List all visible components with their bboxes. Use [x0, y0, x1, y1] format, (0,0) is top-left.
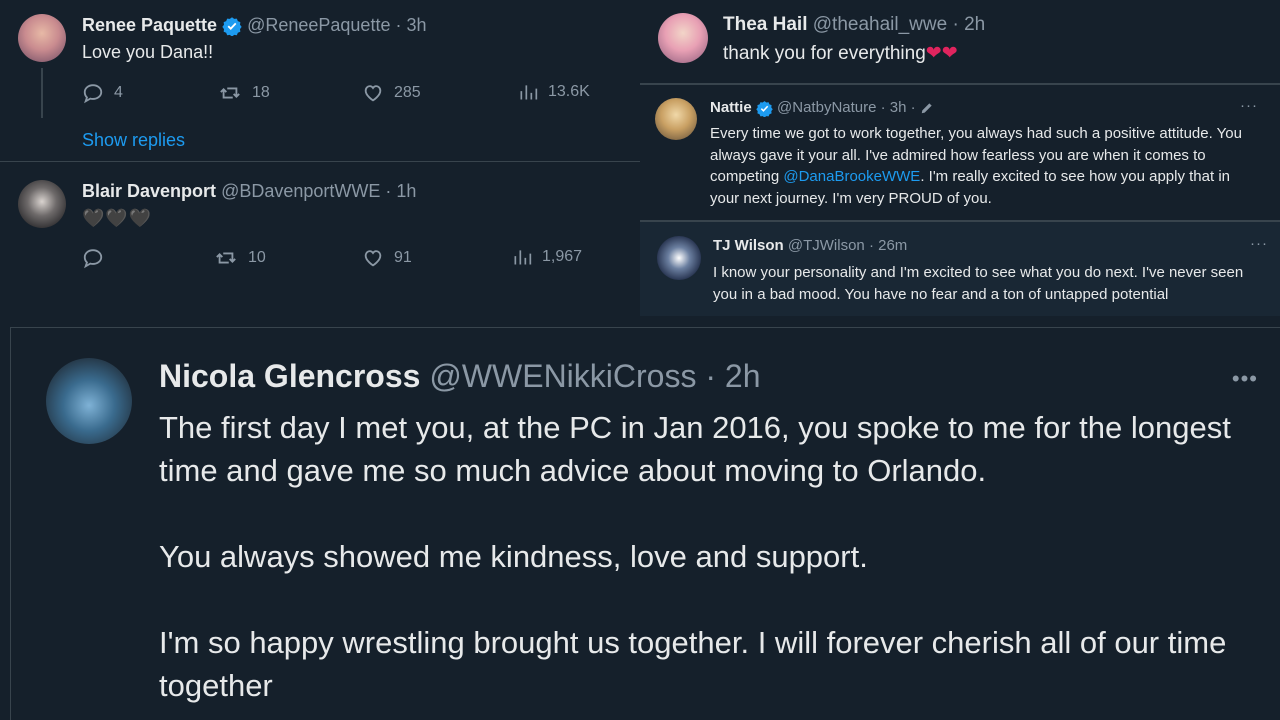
- tweet-thea[interactable]: Thea Hail @theahail_wwe · 2h thank you f…: [640, 0, 1280, 82]
- author-handle[interactable]: @WWENikkiCross: [429, 358, 696, 394]
- reply-icon: [83, 84, 103, 104]
- avatar[interactable]: [18, 14, 66, 62]
- tweet-header: Renee Paquette @ReneePaquette · 3h: [82, 15, 427, 37]
- author-handle[interactable]: @theahail_wwe: [813, 14, 947, 35]
- retweet-count: 10: [248, 249, 266, 266]
- views-button[interactable]: 13.6K: [518, 82, 590, 102]
- like-button[interactable]: 285: [362, 82, 421, 104]
- views-count: 13.6K: [548, 83, 590, 100]
- tweet-text: The first day I met you, at the PC in Ja…: [159, 406, 1249, 707]
- avatar[interactable]: [657, 236, 701, 280]
- avatar[interactable]: [655, 98, 697, 140]
- analytics-icon: [520, 85, 538, 100]
- show-replies-link[interactable]: Show replies: [82, 130, 185, 151]
- timestamp[interactable]: · 2h: [952, 14, 985, 35]
- like-button[interactable]: 91: [362, 247, 412, 269]
- timestamp[interactable]: · 26m: [869, 237, 907, 254]
- timestamp[interactable]: · 3h ·: [881, 99, 916, 116]
- retweet-button[interactable]: 10: [214, 247, 266, 269]
- tweet-header: Nicola Glencross @WWENikkiCross · 2h: [159, 358, 760, 395]
- tweet-header: Blair Davenport @BDavenportWWE · 1h: [82, 181, 416, 202]
- tweet-paragraph: You always showed me kindness, love and …: [159, 539, 868, 574]
- tweet-paragraph: I'm so happy wrestling brought us togeth…: [159, 625, 1227, 703]
- edit-pencil-icon: [921, 103, 932, 114]
- tweet-paragraph: The first day I met you, at the PC in Ja…: [159, 410, 1231, 488]
- author-handle[interactable]: @NatbyNature: [777, 99, 876, 116]
- tweet-text: Every time we got to work together, you …: [710, 123, 1260, 209]
- tweet-tj[interactable]: TJ Wilson @TJWilson · 26m ··· I know you…: [640, 220, 1280, 316]
- analytics-icon: [514, 250, 532, 265]
- timestamp[interactable]: · 3h: [395, 15, 426, 35]
- tweet-text: I know your personality and I'm excited …: [713, 264, 1244, 303]
- retweet-icon: [216, 252, 236, 264]
- heart-icon: [364, 250, 382, 267]
- author-name[interactable]: Nattie: [710, 99, 752, 116]
- like-count: 285: [394, 84, 421, 101]
- tweet-text: thank you for everything❤❤: [723, 42, 958, 65]
- tweet-nattie[interactable]: Nattie @NatbyNature · 3h · ··· Every tim…: [640, 83, 1280, 220]
- author-name[interactable]: Renee Paquette: [82, 15, 217, 35]
- retweet-icon: [220, 87, 240, 99]
- author-name[interactable]: Nicola Glencross: [159, 358, 420, 394]
- author-name[interactable]: Blair Davenport: [82, 181, 216, 201]
- author-handle[interactable]: @ReneePaquette: [247, 15, 390, 35]
- reply-count: 4: [114, 84, 123, 101]
- views-count: 1,967: [542, 248, 583, 265]
- avatar[interactable]: [658, 13, 708, 63]
- reply-button[interactable]: 4: [82, 82, 123, 104]
- reply-icon: [83, 249, 103, 269]
- red-hearts: ❤❤: [925, 43, 958, 64]
- tweet-renee[interactable]: Renee Paquette @ReneePaquette · 3h Love …: [0, 0, 640, 162]
- timestamp[interactable]: · 2h: [705, 358, 760, 394]
- verified-badge-icon: [222, 17, 242, 37]
- tweet-text: Love you Dana!!: [82, 42, 214, 62]
- author-name[interactable]: TJ Wilson: [713, 237, 784, 254]
- more-options-icon[interactable]: •••: [1232, 366, 1258, 392]
- verified-badge-icon: [756, 100, 773, 117]
- author-name[interactable]: Thea Hail: [723, 14, 807, 35]
- tweet-nicola[interactable]: Nicola Glencross @WWENikkiCross · 2h •••…: [10, 327, 1280, 720]
- tweet-text-hearts: 🖤🖤🖤: [82, 208, 153, 228]
- thread-line: [41, 68, 43, 118]
- like-count: 91: [394, 249, 412, 266]
- mention-link[interactable]: @DanaBrookeWWE: [783, 168, 920, 185]
- reply-button[interactable]: [82, 247, 104, 269]
- retweet-count: 18: [252, 84, 270, 101]
- tweet-blair[interactable]: Blair Davenport @BDavenportWWE · 1h 🖤🖤🖤 …: [0, 163, 640, 323]
- avatar[interactable]: [18, 180, 66, 228]
- heart-icon: [364, 85, 382, 102]
- author-handle[interactable]: @TJWilson: [788, 237, 865, 254]
- views-button[interactable]: 1,967: [512, 247, 582, 267]
- tweet-header: Nattie @NatbyNature · 3h ·: [710, 99, 934, 117]
- retweet-button[interactable]: 18: [218, 82, 270, 104]
- more-options-icon[interactable]: ···: [1250, 235, 1268, 252]
- tweet-header: TJ Wilson @TJWilson · 26m: [713, 237, 907, 254]
- tweet-text-content: thank you for everything: [723, 43, 926, 64]
- more-options-icon[interactable]: ···: [1240, 97, 1258, 114]
- author-handle[interactable]: @BDavenportWWE: [221, 181, 380, 201]
- avatar[interactable]: [46, 358, 132, 444]
- timestamp[interactable]: · 1h: [385, 181, 416, 201]
- tweet-header: Thea Hail @theahail_wwe · 2h: [723, 14, 985, 36]
